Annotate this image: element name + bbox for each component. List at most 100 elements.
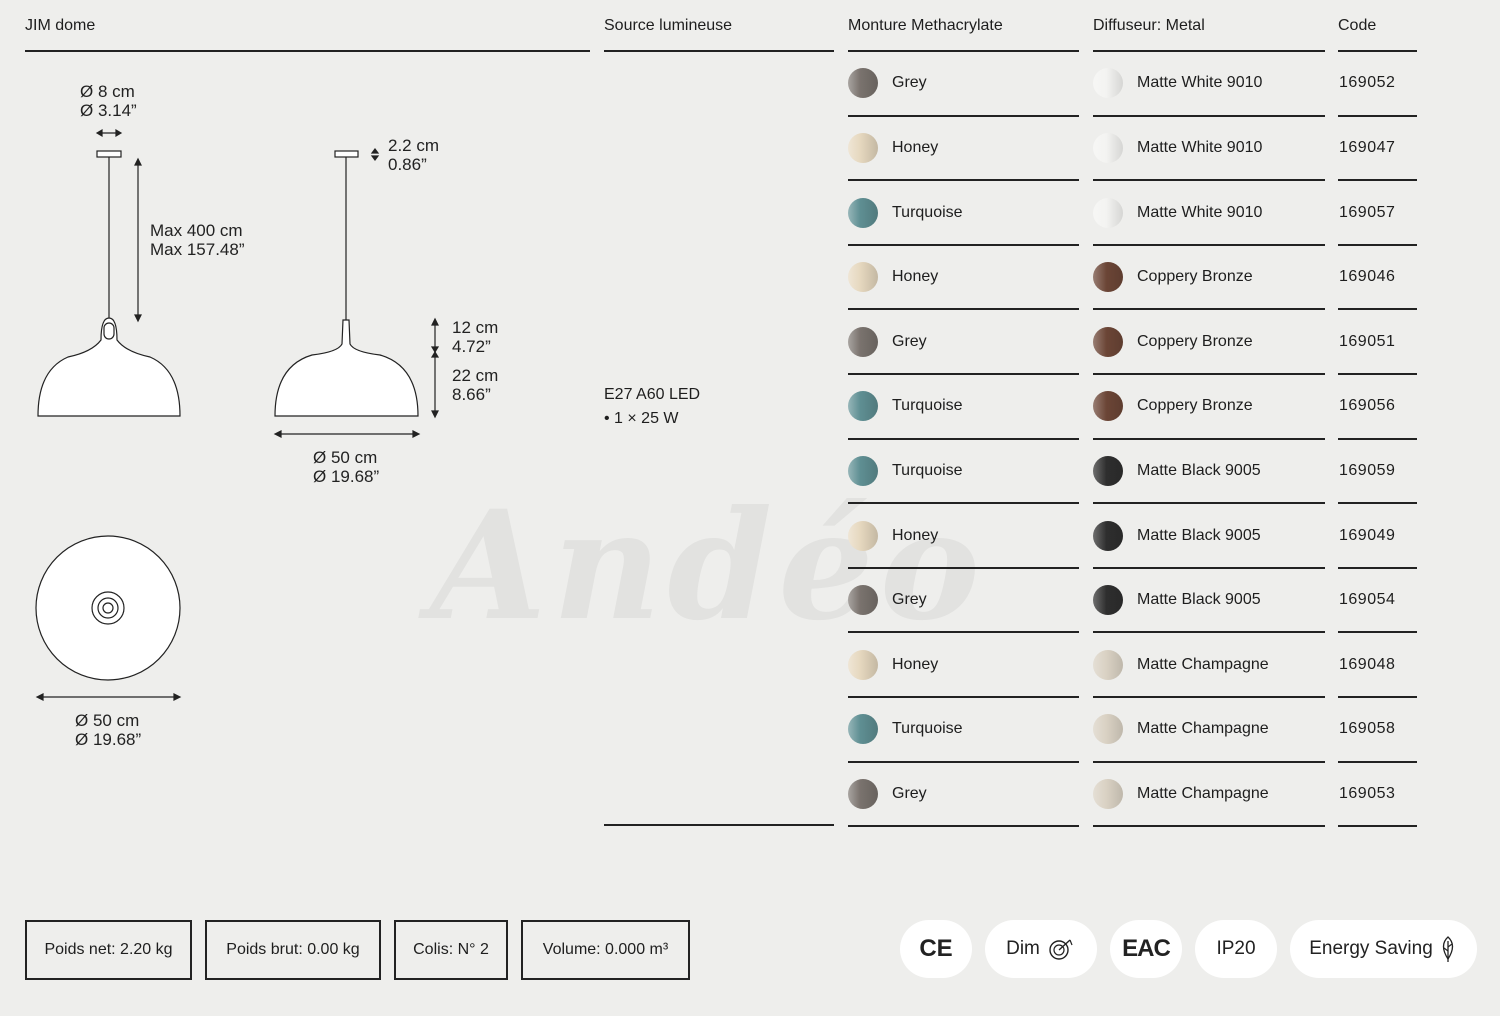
- header-divider: [1338, 50, 1417, 52]
- diffuseur-swatch: [1093, 455, 1123, 486]
- diffuseur-swatch: [1093, 520, 1123, 551]
- row-divider: [1093, 502, 1325, 505]
- row-divider: [1093, 114, 1325, 117]
- row-divider: [848, 373, 1079, 375]
- product-code: 169049: [1339, 526, 1396, 544]
- monture-label: Turquoise: [892, 397, 963, 415]
- ce-badge: CE: [900, 920, 972, 978]
- dim-neck-cm: 12 cm: [452, 318, 499, 337]
- diffuseur-swatch: [1093, 391, 1123, 422]
- monture-label: Honey: [892, 526, 939, 544]
- row-divider: [1338, 631, 1417, 634]
- diffuseur-label: Matte Black 9005: [1137, 461, 1261, 479]
- dim-shade: 22 cm 8.66”: [452, 366, 498, 404]
- diffuseur-label: Matte Champagne: [1137, 655, 1269, 673]
- row-divider: [848, 437, 1079, 440]
- row-divider: [848, 825, 1079, 828]
- ce-label: CE: [919, 935, 953, 962]
- poids-brut-box: Poids brut: 0.00 kg: [205, 920, 381, 980]
- monture-swatch: [848, 68, 878, 99]
- monture-label: Turquoise: [892, 720, 963, 738]
- row-divider: [1338, 373, 1417, 375]
- diffuseur-swatch: [1093, 714, 1123, 745]
- row-divider: [1093, 696, 1325, 698]
- diffuseur-label: Matte Black 9005: [1137, 526, 1261, 544]
- product-code: 169047: [1339, 138, 1396, 156]
- dim-shade-in: 8.66”: [452, 385, 491, 404]
- diffuseur-swatch: [1093, 132, 1123, 163]
- dim-cable-in: Max 157.48”: [150, 240, 245, 259]
- header-divider: [604, 50, 834, 52]
- dim-neck: 12 cm 4.72”: [452, 318, 498, 356]
- row-divider: [1093, 566, 1325, 569]
- row-divider: [1338, 502, 1417, 505]
- header-divider: [848, 50, 1079, 52]
- light-source-power: • 1 × 25 W: [604, 410, 679, 427]
- product-code: 169054: [1339, 591, 1396, 609]
- row-divider: [1338, 114, 1417, 117]
- row-divider: [848, 631, 1079, 634]
- monture-label: Grey: [892, 74, 927, 92]
- technical-drawing: [35, 128, 440, 701]
- header-source: Source lumineuse: [604, 17, 733, 34]
- monture-label: Grey: [892, 591, 927, 609]
- dim-canopy-height: 2.2 cm 0.86”: [388, 136, 439, 174]
- monture-swatch: [848, 391, 878, 422]
- header-code: Code: [1338, 17, 1377, 34]
- monture-label: Grey: [892, 784, 927, 802]
- row-divider: [1093, 437, 1325, 440]
- row-divider: [848, 502, 1079, 505]
- row-divider: [1338, 179, 1417, 182]
- row-divider: [848, 696, 1079, 698]
- diffuseur-label: Coppery Bronze: [1137, 332, 1253, 350]
- diffuseur-label: Matte White 9010: [1137, 74, 1263, 92]
- light-source-type: E27 A60 LED: [604, 386, 701, 403]
- monture-swatch: [848, 520, 878, 551]
- monture-label: Honey: [892, 138, 939, 156]
- monture-swatch: [848, 714, 878, 745]
- colis: Colis: N° 2: [413, 941, 489, 958]
- row-divider: [1338, 566, 1417, 569]
- monture-swatch: [848, 262, 878, 293]
- diffuseur-swatch: [1093, 326, 1123, 357]
- row-divider: [1093, 243, 1325, 246]
- dim-canopy-in: Ø 3.14”: [80, 101, 137, 120]
- monture-label: Honey: [892, 655, 939, 673]
- dim-top-width: Ø 50 cm Ø 19.68”: [75, 711, 141, 749]
- monture-swatch: [848, 585, 878, 616]
- eac-badge: EAC: [1110, 920, 1182, 978]
- diffuseur-label: Coppery Bronze: [1137, 397, 1253, 415]
- poids-net: Poids net: 2.20 kg: [44, 941, 173, 958]
- monture-label: Turquoise: [892, 203, 963, 221]
- product-code: 169046: [1339, 268, 1396, 286]
- diffuseur-swatch: [1093, 197, 1123, 228]
- dim-neck-in: 4.72”: [452, 337, 491, 356]
- dim-width: Ø 50 cm Ø 19.68”: [313, 448, 379, 486]
- header-monture: Monture Methacrylate: [848, 17, 1003, 34]
- row-divider: [848, 760, 1079, 763]
- product-code: 169051: [1339, 332, 1396, 350]
- monture-swatch: [848, 455, 878, 486]
- dim-cable: Max 400 cm Max 157.48”: [150, 221, 245, 259]
- energy-label: Energy Saving: [1309, 938, 1433, 959]
- dim-width-cm: Ø 50 cm: [313, 448, 378, 467]
- monture-swatch: [848, 132, 878, 163]
- row-divider: [848, 114, 1079, 117]
- product-code: 169053: [1339, 784, 1396, 802]
- ip-label: IP20: [1216, 938, 1256, 959]
- row-divider: [1093, 631, 1325, 634]
- eac-label: EAC: [1122, 935, 1171, 962]
- product-code: 169057: [1339, 203, 1396, 221]
- row-divider: [848, 308, 1079, 311]
- poids-net-box: Poids net: 2.20 kg: [25, 920, 192, 980]
- dim-canopy: Ø 8 cm Ø 3.14”: [80, 82, 137, 120]
- diffuseur-swatch: [1093, 585, 1123, 616]
- monture-swatch: [848, 197, 878, 228]
- row-divider: [1093, 373, 1325, 375]
- ip20-badge: IP20: [1195, 920, 1277, 978]
- dim-canopy-cm: Ø 8 cm: [80, 82, 135, 101]
- diffuseur-label: Matte Black 9005: [1137, 591, 1261, 609]
- dim-width-in: Ø 19.68”: [313, 467, 380, 486]
- header-divider: [1093, 50, 1325, 52]
- row-divider: [848, 243, 1079, 246]
